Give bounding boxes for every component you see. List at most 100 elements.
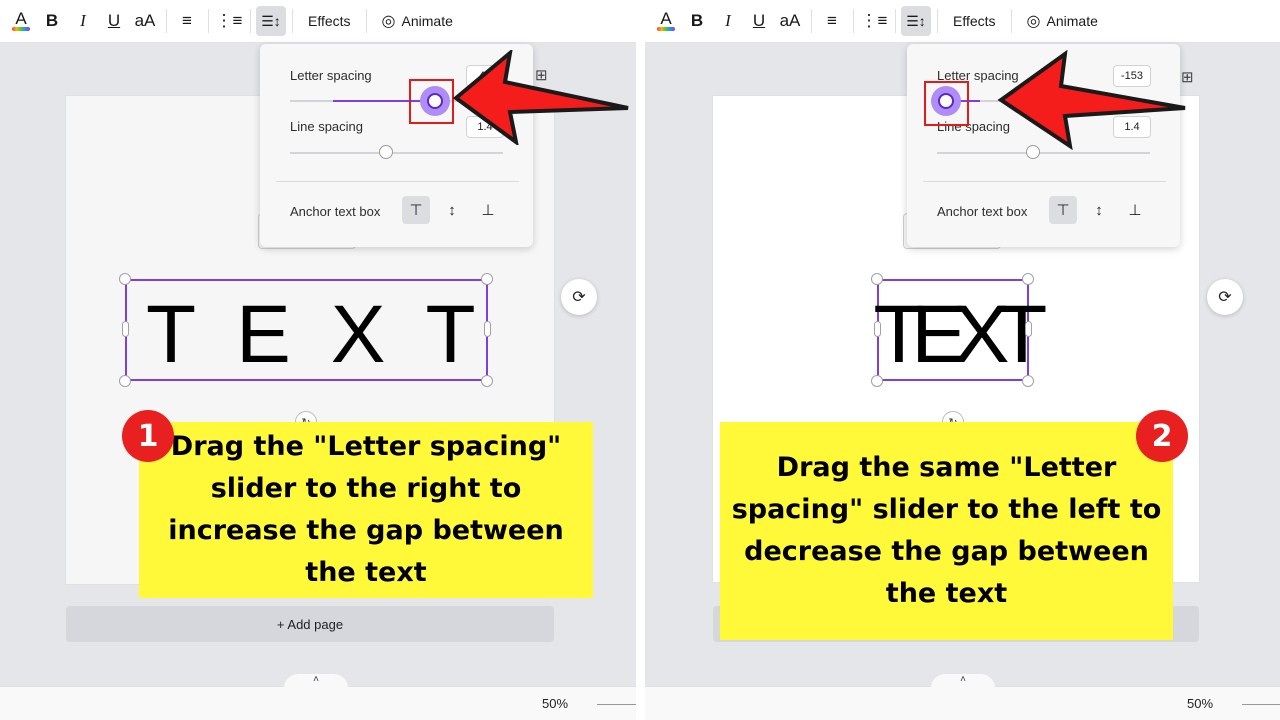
zoom-level[interactable]: 50% [542,696,568,711]
resize-handle-bottom-right[interactable] [481,375,493,387]
resize-handle-top-right[interactable] [481,273,493,285]
popover-divider [276,181,519,182]
text-color-icon: A [660,9,672,28]
bottom-bar [645,686,1280,720]
canvas-text[interactable]: TEXT [146,294,516,376]
step-badge: 1 [122,410,174,462]
text-color-icon: A [15,9,27,28]
resize-handle-right[interactable] [484,321,491,337]
letter-spacing-label: Letter spacing [290,68,372,83]
underline-button[interactable]: U [99,6,129,36]
chevron-up-icon: ˄ [313,674,319,685]
spacing-button[interactable]: ☰↕ [256,6,286,36]
color-swatch-bar [12,27,30,31]
highlight-box [924,81,969,126]
effects-button[interactable]: Effects [298,6,361,36]
anchor-top-icon: ⊤ [1056,202,1070,219]
step-badge: 2 [1136,410,1188,462]
anchor-middle-button[interactable]: ↕ [1085,196,1113,224]
instruction-callout: Drag the same "Letter spacing" slider to… [720,422,1173,640]
popover-divider [923,181,1166,182]
collapse-notes-button[interactable]: ˄ [284,674,348,688]
color-swatch-bar [657,27,675,31]
underline-icon: U [107,11,121,30]
anchor-text-box-label: Anchor text box [290,204,381,219]
toolbar-divider [895,9,896,33]
toolbar-divider [1010,9,1012,33]
text-toolbar: A B I U aA ≡ ⋮≡ ☰↕ Effects ◎ Animate [645,0,1280,43]
bold-icon: B [690,11,704,30]
letter-case-icon: aA [134,11,156,30]
line-spacing-slider[interactable] [290,152,503,154]
canvas-text[interactable]: TEXT [873,294,1047,376]
toolbar-divider [365,9,367,33]
bold-button[interactable]: B [682,6,712,36]
resize-handle-bottom-right[interactable] [1022,375,1034,387]
align-center-icon: ≡ [827,11,837,30]
bullet-list-icon: ⋮≡ [860,11,888,30]
toolbar-divider [937,9,938,33]
spacing-button[interactable]: ☰↕ [901,6,931,36]
add-comment-button[interactable]: ⟳ [561,279,597,315]
line-spacing-label: Line spacing [290,119,363,134]
resize-handle-bottom-left[interactable] [871,375,883,387]
toolbar-divider [853,9,854,33]
add-page-button[interactable]: + Add page [66,606,554,642]
alignment-button[interactable]: ≡ [172,6,202,36]
highlight-box [409,79,454,124]
toolbar-divider [166,9,167,33]
alignment-button[interactable]: ≡ [817,6,847,36]
anchor-middle-icon: ↕ [1095,201,1103,219]
anchor-bottom-icon: ⊥ [1128,202,1142,219]
comment-icon: ⟳ [1218,289,1232,306]
instruction-callout: Drag the "Letter spacing" slider to the … [139,422,593,598]
resize-handle-left[interactable] [122,321,129,337]
underline-icon: U [752,11,766,30]
zoom-level[interactable]: 50% [1187,696,1213,711]
italic-icon: I [80,11,86,30]
text-color-button[interactable]: A [6,6,36,36]
chevron-up-icon: ˄ [960,674,966,685]
anchor-bottom-button[interactable]: ⊥ [474,196,502,224]
letter-case-button[interactable]: aA [130,6,160,36]
resize-handle-top-right[interactable] [1022,273,1034,285]
animate-button[interactable]: ◎ Animate [1017,6,1108,36]
animate-icon: ◎ [381,13,396,30]
add-comment-button[interactable]: ⟳ [1207,279,1243,315]
tutorial-panel-step-2: A B I U aA ≡ ⋮≡ ☰↕ Effects ◎ Animate ⊞ TE… [645,0,1280,720]
resize-handle-top-left[interactable] [119,273,131,285]
spacing-icon: ☰↕ [906,12,926,29]
animate-button[interactable]: ◎ Animate [372,6,463,36]
list-button[interactable]: ⋮≡ [214,6,244,36]
collapse-notes-button[interactable]: ˄ [931,674,995,688]
zoom-slider[interactable] [1242,704,1280,705]
text-toolbar: A B I U aA ≡ ⋮≡ ☰↕ Effects ◎ Animate [0,0,636,43]
underline-button[interactable]: U [744,6,774,36]
zoom-slider[interactable] [597,704,636,705]
resize-handle-left[interactable] [874,321,881,337]
toolbar-divider [250,9,251,33]
italic-button[interactable]: I [68,6,98,36]
letter-case-button[interactable]: aA [775,6,805,36]
anchor-top-button[interactable]: ⊤ [402,196,430,224]
toolbar-divider [208,9,209,33]
anchor-top-button[interactable]: ⊤ [1049,196,1077,224]
align-center-icon: ≡ [182,11,192,30]
letter-case-icon: aA [779,11,801,30]
spacing-icon: ☰↕ [261,12,281,29]
list-button[interactable]: ⋮≡ [859,6,889,36]
line-spacing-slider-thumb[interactable] [378,145,393,159]
line-spacing-slider[interactable] [937,152,1150,154]
resize-handle-bottom-left[interactable] [119,375,131,387]
resize-handle-top-left[interactable] [871,273,883,285]
resize-handle-right[interactable] [1025,321,1032,337]
anchor-bottom-button[interactable]: ⊥ [1121,196,1149,224]
bold-button[interactable]: B [37,6,67,36]
animate-icon: ◎ [1026,13,1041,30]
effects-button[interactable]: Effects [943,6,1006,36]
text-color-button[interactable]: A [651,6,681,36]
anchor-middle-button[interactable]: ↕ [438,196,466,224]
italic-button[interactable]: I [713,6,743,36]
red-arrow-pointing-left [997,50,1186,150]
anchor-top-icon: ⊤ [409,202,423,219]
